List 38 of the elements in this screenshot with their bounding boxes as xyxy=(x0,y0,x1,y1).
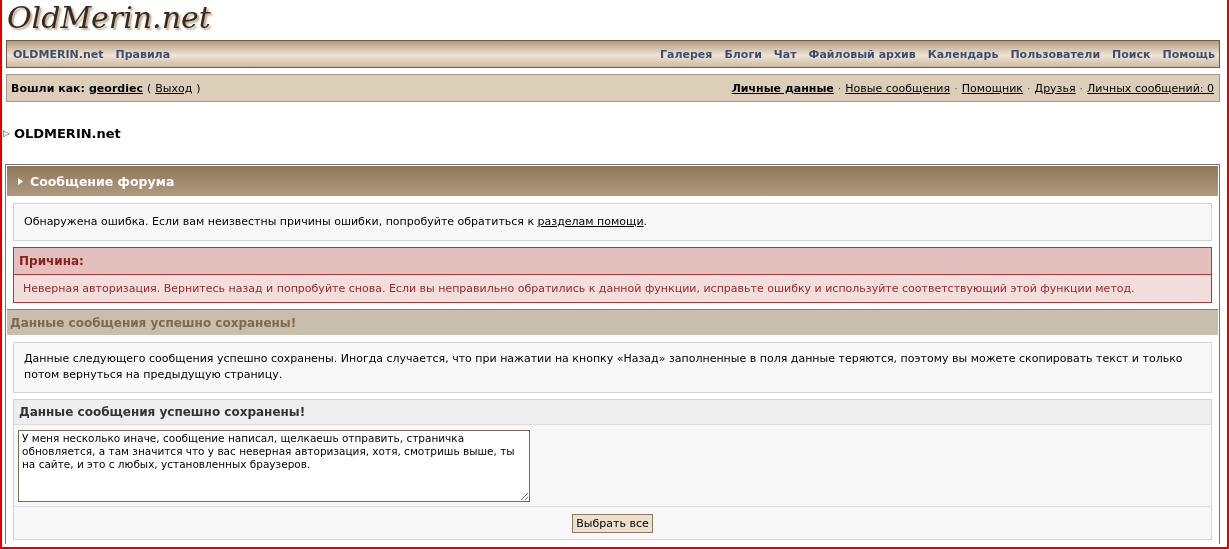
panel-title: Сообщение форума xyxy=(30,173,175,189)
user-link[interactable]: Помощник xyxy=(961,81,1024,95)
site-logo[interactable]: OldMerin.net xyxy=(7,0,211,36)
saved-box-title: Данные сообщения успешно сохранены! xyxy=(19,405,306,419)
logout-link[interactable]: Выход xyxy=(155,81,193,95)
separator-dot: · xyxy=(954,81,958,95)
select-all-button[interactable]: Выбрать все xyxy=(572,513,653,533)
separator-dot: · xyxy=(1027,81,1031,95)
breadcrumb-title[interactable]: OLDMERIN.net xyxy=(13,125,121,141)
saved-text: Данные следующего сообщения успешно сохранены. Иногда случается, что при нажатии на кнопку «Назад» заполненные в поля данные теряются, поэтому вы можете скопировать текст и только потом вернуться на предыдущую страницу. xyxy=(24,351,1184,383)
message-field[interactable]: У меня несколько иначе, сообщение написал, щелкаешь отправить, страничка обновляется, а там значится что у вас неверная авторизация, хотя, смотришь выше, ты на сайте, и это с любых, установленных браузеров. xyxy=(18,430,530,502)
nav-link[interactable]: OLDMERIN.net xyxy=(11,47,110,61)
login-label: Вошли как: xyxy=(11,81,85,95)
reason-title: Причина: xyxy=(19,254,84,268)
reason-text: Неверная авторизация. Вернитесь назад и попробуйте снова. Если вы неправильно обратились к данной функции, исправьте ошибку и используйте соответствующий этой функции метод. xyxy=(23,282,1135,295)
parenthesis: ( xyxy=(146,81,152,95)
username-link[interactable]: geordiec xyxy=(89,81,143,95)
parenthesis: ) xyxy=(196,81,201,95)
separator-dot: · xyxy=(837,81,842,95)
breadcrumb-arrow-icon: ▷ xyxy=(3,128,10,138)
nav-link[interactable]: Файловый архив xyxy=(802,47,922,61)
nav-link[interactable]: Пользователи xyxy=(1004,47,1107,61)
nav-link[interactable]: Галерея xyxy=(654,47,719,61)
nav-link[interactable]: Чат xyxy=(767,47,803,61)
nav-link[interactable]: Блоги xyxy=(718,47,768,61)
separator-dot: · xyxy=(1079,81,1084,95)
nav-link[interactable]: Поиск xyxy=(1106,47,1157,61)
nav-link[interactable]: Помощь xyxy=(1156,47,1215,61)
error-text: Обнаружена ошибка. Если вам неизвестны причины ошибки, попробуйте обратиться к разделам помощи. xyxy=(24,214,648,230)
user-link[interactable]: Новые сообщения xyxy=(845,81,951,95)
triangle-icon xyxy=(18,177,23,185)
user-link[interactable]: Личных сообщений: 0 xyxy=(1087,81,1214,95)
nav-link[interactable]: Календарь xyxy=(921,47,1005,61)
help-link[interactable]: разделам помощи xyxy=(537,215,644,228)
nav-link[interactable]: Правила xyxy=(109,47,177,61)
user-link[interactable]: Личные данные xyxy=(731,81,834,95)
user-link[interactable]: Друзья xyxy=(1034,81,1076,95)
saved-title: Данные сообщения успешно сохранены! xyxy=(10,315,297,330)
